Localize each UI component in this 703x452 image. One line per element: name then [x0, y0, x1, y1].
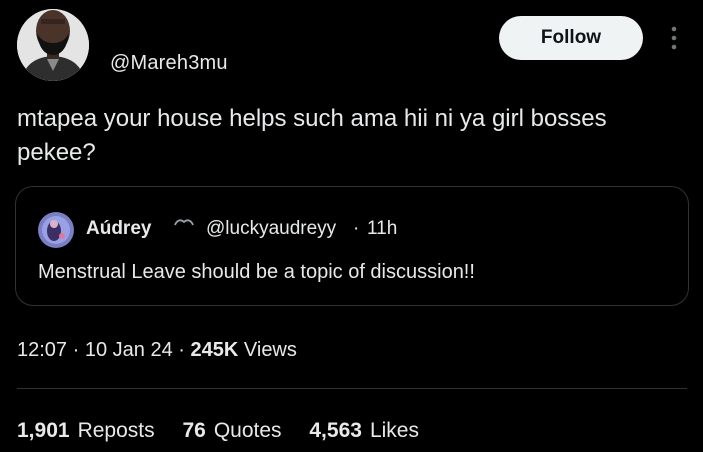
views-count: 245K	[190, 339, 239, 361]
reposts-stat[interactable]: 1,901 Reposts	[17, 419, 155, 443]
likes-stat[interactable]: 4,563 Likes	[309, 419, 419, 443]
meta-separator: ·	[72, 339, 80, 361]
divider	[17, 388, 687, 389]
tweet-date[interactable]: 10 Jan 24	[85, 339, 173, 361]
avatar-image	[17, 9, 89, 81]
quotes-count: 76	[182, 419, 206, 442]
reposts-count: 1,901	[17, 419, 70, 442]
more-vertical-icon[interactable]	[667, 24, 681, 52]
tweet-time[interactable]: 12:07	[17, 339, 67, 361]
tweet-meta: 12:07 · 10 Jan 24 · 245K Views	[17, 339, 297, 362]
quoted-tweet-text: Menstrual Leave should be a topic of dis…	[38, 261, 475, 283]
author-handle[interactable]: @Mareh3mu	[110, 52, 228, 75]
views-label: Views	[243, 339, 297, 361]
quoted-separator: ·	[353, 218, 360, 239]
quotes-label: Quotes	[213, 419, 282, 442]
reposts-label: Reposts	[77, 419, 155, 442]
quoted-tweet-card[interactable]: Aúdrey @luckyaudreyy · 11h Menstrual Lea…	[15, 186, 689, 306]
follow-button[interactable]: Follow	[499, 16, 643, 60]
tweet-text: mtapea your house helps such ama hii ni …	[17, 105, 607, 166]
engagement-stats: 1,901 Reposts 76 Quotes 4,563 Likes	[17, 419, 441, 443]
meta-separator: ·	[178, 339, 185, 361]
black-heart-icon	[172, 216, 196, 230]
quoted-author-avatar[interactable]	[38, 212, 74, 248]
likes-count: 4,563	[309, 419, 362, 442]
quoted-author-handle[interactable]: @luckyaudreyy	[206, 218, 336, 240]
author-avatar[interactable]	[17, 9, 89, 81]
quoted-timestamp[interactable]: 11h	[367, 218, 397, 240]
likes-label: Likes	[369, 419, 419, 442]
quoted-avatar-image	[38, 212, 74, 248]
quotes-stat[interactable]: 76 Quotes	[182, 419, 281, 443]
quoted-author-name[interactable]: Aúdrey	[86, 218, 151, 240]
